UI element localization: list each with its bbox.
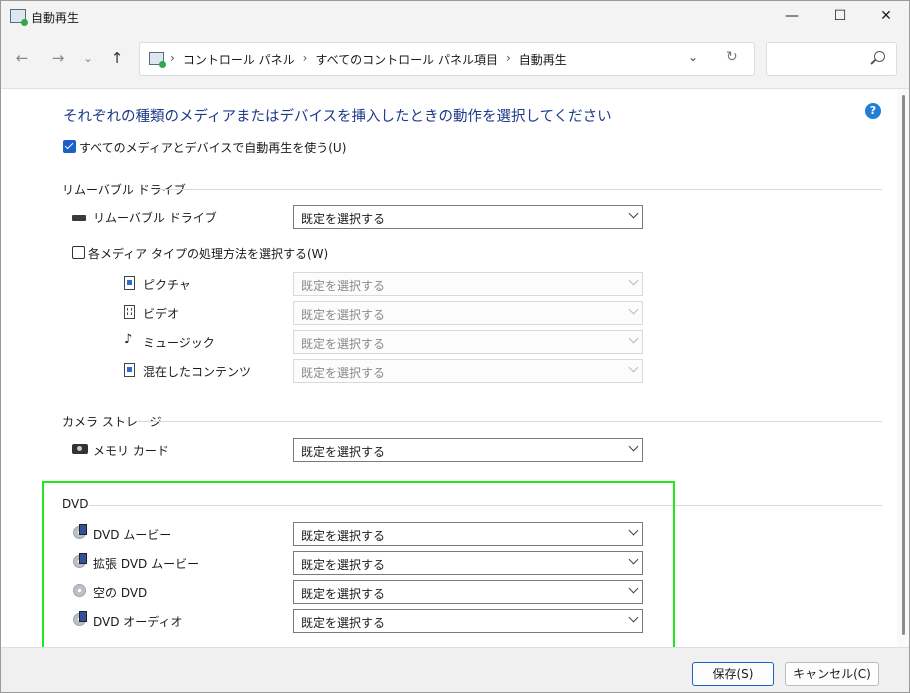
chevron-down-icon: [628, 275, 639, 286]
breadcrumb-separator: ›: [505, 51, 511, 65]
media-type-music: ミュージック: [143, 336, 215, 350]
breadcrumb-all-items[interactable]: すべてのコントロール パネル項目: [315, 51, 498, 68]
video-select[interactable]: 既定を選択する: [293, 301, 643, 325]
select-value: 既定を選択する: [301, 279, 386, 293]
select-value: 既定を選択する: [301, 337, 386, 351]
breadcrumb-separator: ›: [302, 51, 308, 65]
recent-locations-button[interactable]: ⌄: [76, 46, 100, 70]
removable-drive-label: リムーバブル ドライブ: [93, 211, 217, 225]
select-value: 既定を選択する: [301, 445, 386, 459]
window-title: 自動再生: [31, 11, 80, 25]
minimize-button[interactable]: —: [769, 1, 815, 32]
title-bar: 自動再生 — ☐ ✕: [1, 1, 909, 32]
media-type-pictures: ピクチャ: [143, 278, 191, 292]
chevron-down-icon: [628, 362, 639, 373]
use-autoplay-checkbox[interactable]: [63, 140, 76, 153]
control-panel-icon: [149, 52, 166, 68]
address-dropdown-icon[interactable]: ⌄: [688, 50, 698, 64]
up-button[interactable]: ↑: [105, 46, 129, 70]
refresh-icon[interactable]: ↻: [726, 49, 738, 65]
mixed-content-icon: [122, 363, 136, 377]
vertical-scrollbar[interactable]: [897, 89, 909, 647]
close-button[interactable]: ✕: [863, 1, 909, 32]
chevron-down-icon: [628, 333, 639, 344]
breadcrumb-separator: ›: [170, 51, 175, 65]
memory-card-select[interactable]: 既定を選択する: [293, 438, 643, 462]
forward-button[interactable]: →: [46, 46, 70, 70]
camera-icon: [72, 441, 88, 455]
removable-drive-icon: [72, 210, 86, 224]
pictures-select[interactable]: 既定を選択する: [293, 272, 643, 296]
music-icon: ♪: [124, 332, 133, 347]
per-media-checkbox[interactable]: [72, 246, 85, 259]
media-type-mixed: 混在したコンテンツ: [143, 365, 252, 379]
search-icon[interactable]: [874, 51, 885, 62]
video-icon: [122, 305, 136, 319]
removable-drive-select[interactable]: 既定を選択する: [293, 205, 643, 229]
select-value: 既定を選択する: [301, 212, 386, 226]
help-icon[interactable]: ?: [865, 103, 881, 119]
maximize-button[interactable]: ☐: [817, 1, 863, 32]
page-title: それぞれの種類のメディアまたはデバイスを挿入したときの動作を選択してください: [63, 109, 612, 125]
scrollbar-thumb[interactable]: [902, 95, 905, 635]
mixed-content-select[interactable]: 既定を選択する: [293, 359, 643, 383]
section-divider: [156, 189, 882, 190]
autoplay-app-icon: [10, 9, 28, 26]
section-divider: [138, 421, 882, 422]
memory-card-label: メモリ カード: [93, 444, 169, 458]
chevron-down-icon: [628, 441, 639, 452]
breadcrumb: › コントロール パネル › すべてのコントロール パネル項目 › 自動再生: [170, 51, 567, 68]
dialog-footer: 保存(S) キャンセル(C): [1, 647, 909, 692]
select-value: 既定を選択する: [301, 366, 386, 380]
save-button[interactable]: 保存(S): [692, 662, 774, 686]
chevron-down-icon: [628, 208, 639, 219]
autoplay-window: 自動再生 — ☐ ✕ ← → ⌄ ↑ › コントロール パネル › すべてのコン…: [0, 0, 910, 693]
search-box[interactable]: [766, 42, 897, 76]
cancel-button[interactable]: キャンセル(C): [785, 662, 879, 686]
per-media-label[interactable]: 各メディア タイプの処理方法を選択する(W): [88, 245, 328, 262]
music-select[interactable]: 既定を選択する: [293, 330, 643, 354]
media-type-video: ビデオ: [143, 307, 180, 321]
back-button[interactable]: ←: [10, 46, 34, 70]
breadcrumb-control-panel[interactable]: コントロール パネル: [183, 51, 295, 68]
chevron-down-icon: [628, 304, 639, 315]
select-value: 既定を選択する: [301, 308, 386, 322]
address-toolbar: ← → ⌄ ↑ › コントロール パネル › すべてのコントロール パネル項目 …: [1, 32, 909, 89]
dvd-highlight-box: [42, 481, 675, 651]
breadcrumb-autoplay[interactable]: 自動再生: [519, 51, 567, 68]
address-bar[interactable]: › コントロール パネル › すべてのコントロール パネル項目 › 自動再生 ⌄…: [139, 42, 755, 76]
picture-icon: [122, 276, 136, 290]
use-autoplay-label[interactable]: すべてのメディアとデバイスで自動再生を使う(U): [79, 139, 346, 156]
